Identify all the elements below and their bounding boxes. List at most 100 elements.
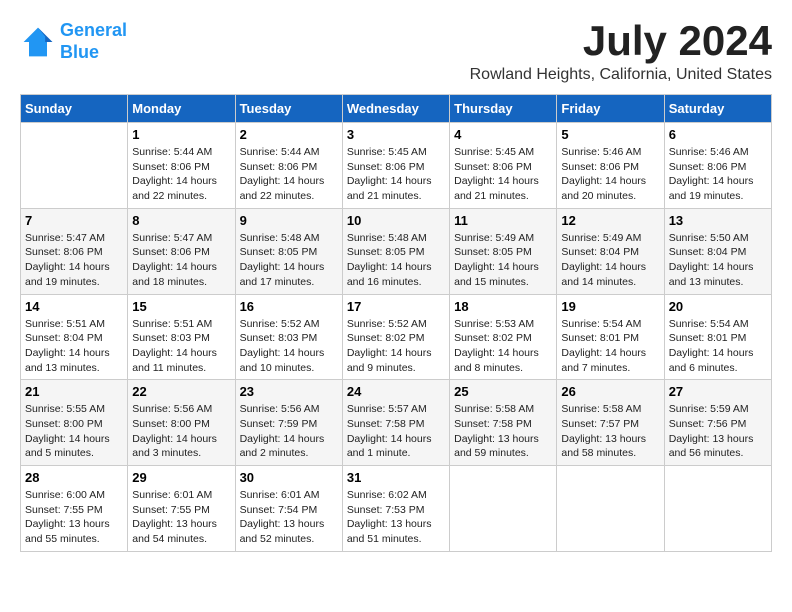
day-info: Sunrise: 5:46 AMSunset: 8:06 PMDaylight:… xyxy=(561,145,659,204)
day-number: 17 xyxy=(347,299,445,314)
day-info: Sunrise: 5:51 AMSunset: 8:03 PMDaylight:… xyxy=(132,317,230,376)
day-info: Sunrise: 5:45 AMSunset: 8:06 PMDaylight:… xyxy=(454,145,552,204)
calendar-cell: 3 Sunrise: 5:45 AMSunset: 8:06 PMDaylight… xyxy=(342,123,449,209)
day-info: Sunrise: 5:52 AMSunset: 8:02 PMDaylight:… xyxy=(347,317,445,376)
day-number: 16 xyxy=(240,299,338,314)
logo: General Blue xyxy=(20,20,127,63)
day-number: 29 xyxy=(132,470,230,485)
calendar-cell: 31Sunrise: 6:02 AMSunset: 7:53 PMDayligh… xyxy=(342,466,449,552)
calendar-cell: 10 Sunrise: 5:48 AMSunset: 8:05 PMDayligh… xyxy=(342,208,449,294)
day-info: Sunrise: 5:59 AMSunset: 7:56 PMDaylight:… xyxy=(669,402,767,461)
calendar-cell: 19 Sunrise: 5:54 AMSunset: 8:01 PMDayligh… xyxy=(557,294,664,380)
day-info: Sunrise: 5:54 AMSunset: 8:01 PMDaylight:… xyxy=(561,317,659,376)
day-number: 20 xyxy=(669,299,767,314)
day-number: 26 xyxy=(561,384,659,399)
day-info: Sunrise: 5:44 AMSunset: 8:06 PMDaylight:… xyxy=(132,145,230,204)
day-number: 12 xyxy=(561,213,659,228)
day-info: Sunrise: 5:56 AMSunset: 7:59 PMDaylight:… xyxy=(240,402,338,461)
calendar-cell: 29 Sunrise: 6:01 AMSunset: 7:55 PMDayligh… xyxy=(128,466,235,552)
calendar-cell: 27 Sunrise: 5:59 AMSunset: 7:56 PMDayligh… xyxy=(664,380,771,466)
calendar-cell: 2 Sunrise: 5:44 AMSunset: 8:06 PMDaylight… xyxy=(235,123,342,209)
title-block: July 2024 Rowland Heights, California, U… xyxy=(470,20,772,84)
calendar-week-row: 21 Sunrise: 5:55 AMSunset: 8:00 PMDayligh… xyxy=(21,380,772,466)
day-number: 1 xyxy=(132,127,230,142)
day-info: Sunrise: 5:54 AMSunset: 8:01 PMDaylight:… xyxy=(669,317,767,376)
calendar-cell: 17 Sunrise: 5:52 AMSunset: 8:02 PMDayligh… xyxy=(342,294,449,380)
calendar-cell: 7 Sunrise: 5:47 AMSunset: 8:06 PMDaylight… xyxy=(21,208,128,294)
day-number: 21 xyxy=(25,384,123,399)
calendar-cell: 28 Sunrise: 6:00 AMSunset: 7:55 PMDayligh… xyxy=(21,466,128,552)
day-info: Sunrise: 5:44 AMSunset: 8:06 PMDaylight:… xyxy=(240,145,338,204)
calendar-cell xyxy=(450,466,557,552)
calendar-cell: 13Sunrise: 5:50 AMSunset: 8:04 PMDayligh… xyxy=(664,208,771,294)
day-info: Sunrise: 5:55 AMSunset: 8:00 PMDaylight:… xyxy=(25,402,123,461)
day-number: 27 xyxy=(669,384,767,399)
calendar-cell: 26 Sunrise: 5:58 AMSunset: 7:57 PMDayligh… xyxy=(557,380,664,466)
weekday-header: Saturday xyxy=(664,95,771,123)
day-info: Sunrise: 5:47 AMSunset: 8:06 PMDaylight:… xyxy=(25,231,123,290)
day-info: Sunrise: 6:00 AMSunset: 7:55 PMDaylight:… xyxy=(25,488,123,547)
calendar-cell: 23 Sunrise: 5:56 AMSunset: 7:59 PMDayligh… xyxy=(235,380,342,466)
weekday-header: Sunday xyxy=(21,95,128,123)
day-number: 7 xyxy=(25,213,123,228)
day-info: Sunrise: 5:52 AMSunset: 8:03 PMDaylight:… xyxy=(240,317,338,376)
day-number: 22 xyxy=(132,384,230,399)
day-number: 15 xyxy=(132,299,230,314)
calendar-week-row: 28 Sunrise: 6:00 AMSunset: 7:55 PMDayligh… xyxy=(21,466,772,552)
calendar-week-row: 7 Sunrise: 5:47 AMSunset: 8:06 PMDaylight… xyxy=(21,208,772,294)
weekday-header: Friday xyxy=(557,95,664,123)
calendar-cell: 1 Sunrise: 5:44 AMSunset: 8:06 PMDaylight… xyxy=(128,123,235,209)
calendar-cell: 5 Sunrise: 5:46 AMSunset: 8:06 PMDaylight… xyxy=(557,123,664,209)
day-info: Sunrise: 5:48 AMSunset: 8:05 PMDaylight:… xyxy=(240,231,338,290)
day-number: 6 xyxy=(669,127,767,142)
month-title: July 2024 xyxy=(470,20,772,62)
day-number: 18 xyxy=(454,299,552,314)
weekday-header: Tuesday xyxy=(235,95,342,123)
calendar-cell: 24Sunrise: 5:57 AMSunset: 7:58 PMDayligh… xyxy=(342,380,449,466)
calendar-cell: 30 Sunrise: 6:01 AMSunset: 7:54 PMDayligh… xyxy=(235,466,342,552)
calendar-cell: 11 Sunrise: 5:49 AMSunset: 8:05 PMDayligh… xyxy=(450,208,557,294)
calendar-cell: 12 Sunrise: 5:49 AMSunset: 8:04 PMDayligh… xyxy=(557,208,664,294)
weekday-header: Thursday xyxy=(450,95,557,123)
day-number: 8 xyxy=(132,213,230,228)
day-number: 5 xyxy=(561,127,659,142)
calendar-cell: 4 Sunrise: 5:45 AMSunset: 8:06 PMDaylight… xyxy=(450,123,557,209)
day-number: 3 xyxy=(347,127,445,142)
day-info: Sunrise: 5:45 AMSunset: 8:06 PMDaylight:… xyxy=(347,145,445,204)
day-number: 25 xyxy=(454,384,552,399)
day-info: Sunrise: 5:49 AMSunset: 8:05 PMDaylight:… xyxy=(454,231,552,290)
day-info: Sunrise: 5:47 AMSunset: 8:06 PMDaylight:… xyxy=(132,231,230,290)
day-number: 19 xyxy=(561,299,659,314)
day-info: Sunrise: 5:56 AMSunset: 8:00 PMDaylight:… xyxy=(132,402,230,461)
day-number: 14 xyxy=(25,299,123,314)
day-info: Sunrise: 5:58 AMSunset: 7:57 PMDaylight:… xyxy=(561,402,659,461)
calendar-cell: 25Sunrise: 5:58 AMSunset: 7:58 PMDayligh… xyxy=(450,380,557,466)
day-info: Sunrise: 5:48 AMSunset: 8:05 PMDaylight:… xyxy=(347,231,445,290)
day-info: Sunrise: 5:49 AMSunset: 8:04 PMDaylight:… xyxy=(561,231,659,290)
page-header: General Blue July 2024 Rowland Heights, … xyxy=(20,20,772,84)
day-number: 11 xyxy=(454,213,552,228)
calendar-cell: 9Sunrise: 5:48 AMSunset: 8:05 PMDaylight… xyxy=(235,208,342,294)
logo-text: General Blue xyxy=(60,20,127,63)
day-number: 13 xyxy=(669,213,767,228)
calendar-cell xyxy=(664,466,771,552)
day-info: Sunrise: 6:01 AMSunset: 7:55 PMDaylight:… xyxy=(132,488,230,547)
day-number: 30 xyxy=(240,470,338,485)
calendar-cell: 16 Sunrise: 5:52 AMSunset: 8:03 PMDayligh… xyxy=(235,294,342,380)
day-info: Sunrise: 5:53 AMSunset: 8:02 PMDaylight:… xyxy=(454,317,552,376)
day-info: Sunrise: 5:46 AMSunset: 8:06 PMDaylight:… xyxy=(669,145,767,204)
calendar-cell: 22 Sunrise: 5:56 AMSunset: 8:00 PMDayligh… xyxy=(128,380,235,466)
calendar-cell: 18 Sunrise: 5:53 AMSunset: 8:02 PMDayligh… xyxy=(450,294,557,380)
location-title: Rowland Heights, California, United Stat… xyxy=(470,66,772,84)
day-number: 31 xyxy=(347,470,445,485)
calendar-cell: 20 Sunrise: 5:54 AMSunset: 8:01 PMDayligh… xyxy=(664,294,771,380)
day-info: Sunrise: 6:01 AMSunset: 7:54 PMDaylight:… xyxy=(240,488,338,547)
day-number: 4 xyxy=(454,127,552,142)
day-number: 28 xyxy=(25,470,123,485)
calendar-week-row: 1 Sunrise: 5:44 AMSunset: 8:06 PMDaylight… xyxy=(21,123,772,209)
day-number: 23 xyxy=(240,384,338,399)
day-number: 10 xyxy=(347,213,445,228)
day-number: 2 xyxy=(240,127,338,142)
weekday-header: Wednesday xyxy=(342,95,449,123)
logo-icon xyxy=(20,24,56,60)
